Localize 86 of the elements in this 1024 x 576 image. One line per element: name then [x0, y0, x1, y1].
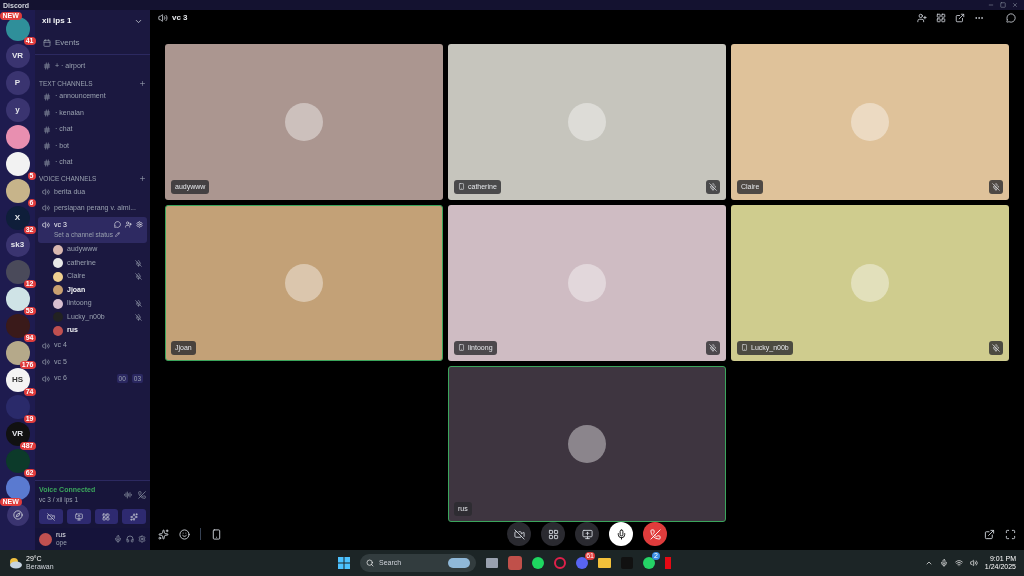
activity-button[interactable]: [541, 522, 565, 546]
server-icon[interactable]: [5, 125, 30, 149]
hash-icon: [43, 125, 51, 134]
hang-up-icon: [649, 528, 661, 540]
events-link[interactable]: Events: [55, 37, 80, 49]
hash-icon: [43, 158, 51, 167]
voice-action-button[interactable]: [94, 509, 119, 524]
calendar-icon: [43, 39, 51, 47]
server-name[interactable]: xii ips 1: [42, 15, 72, 27]
avatar: [568, 264, 606, 302]
hash-icon: [43, 109, 51, 117]
hash-icon: [43, 62, 51, 71]
microphone-button[interactable]: [609, 522, 633, 546]
speaker-icon: [42, 358, 50, 366]
voice-action-button[interactable]: [122, 509, 146, 524]
maximize-icon[interactable]: [1000, 2, 1006, 8]
speaker-icon: [42, 187, 50, 196]
server-icon[interactable]: VR: [5, 44, 30, 68]
emoji-icon[interactable]: [179, 528, 190, 540]
hash-icon: [43, 142, 51, 150]
server-icon[interactable]: y: [5, 98, 30, 122]
layout-icon[interactable]: [936, 12, 946, 23]
pencil-icon[interactable]: [114, 232, 120, 238]
activity-icon: [102, 512, 111, 521]
server-icon[interactable]: [5, 179, 30, 203]
channel-title: vc 3: [172, 11, 189, 24]
microphone-icon[interactable]: [939, 559, 948, 567]
speaker-icon: [42, 374, 50, 383]
chevron-up-icon[interactable]: [924, 559, 933, 567]
phone-icon[interactable]: [211, 528, 222, 540]
avatar: [568, 425, 606, 463]
camera-off-icon: [513, 528, 525, 540]
avatar: [851, 103, 889, 141]
popout-icon[interactable]: [955, 12, 965, 23]
microphone-icon[interactable]: [114, 535, 122, 543]
leave-call-button[interactable]: [643, 522, 667, 546]
app-icon[interactable]: [643, 557, 655, 569]
speaker-icon: [42, 204, 50, 213]
phone-icon: [458, 344, 465, 352]
chat-icon[interactable]: [1006, 12, 1016, 23]
plus-icon[interactable]: [139, 175, 146, 183]
phone-icon: [741, 344, 748, 352]
soundboard-icon[interactable]: [158, 528, 169, 540]
screen-share-icon: [74, 512, 83, 521]
wifi-icon[interactable]: [954, 559, 963, 567]
speaker-icon: [42, 220, 50, 229]
avatar[interactable]: [39, 532, 52, 546]
voice-action-button[interactable]: [39, 509, 63, 524]
hash-icon: [43, 92, 51, 101]
screen-share-button[interactable]: [575, 522, 599, 546]
invite-icon[interactable]: [917, 12, 927, 23]
avatar: [851, 264, 889, 302]
start-icon[interactable]: [338, 557, 350, 569]
avatar: [568, 103, 606, 141]
app-icon[interactable]: [554, 557, 566, 569]
discover-button[interactable]: [6, 504, 29, 526]
avatar: [285, 103, 323, 141]
invite-icon[interactable]: [125, 221, 132, 229]
server-icon[interactable]: P: [5, 71, 30, 95]
plus-icon[interactable]: [139, 79, 146, 87]
camera-off-icon: [46, 512, 55, 521]
settings-icon[interactable]: [138, 535, 146, 543]
server-icon[interactable]: [5, 152, 30, 176]
close-icon[interactable]: [1012, 2, 1018, 8]
compass-icon: [12, 510, 23, 520]
disconnect-icon[interactable]: [138, 490, 146, 499]
popout-icon[interactable]: [984, 528, 995, 540]
voice-action-button[interactable]: [66, 509, 91, 524]
search-icon: [366, 559, 374, 567]
weather-icon[interactable]: [8, 557, 22, 569]
avatar: [285, 264, 323, 302]
speaker-icon: [158, 12, 168, 23]
phone-icon: [458, 183, 465, 191]
server-icon[interactable]: sk3: [5, 233, 30, 257]
camera-button[interactable]: [507, 522, 531, 546]
headphones-icon[interactable]: [126, 535, 134, 543]
screen-share-icon: [581, 528, 593, 540]
sparkles-icon: [130, 512, 139, 521]
microphone-icon: [615, 528, 627, 540]
waveform-icon[interactable]: [124, 490, 132, 499]
grid-icon: [547, 528, 559, 540]
speaker-icon: [42, 341, 50, 350]
volume-icon[interactable]: [969, 559, 978, 567]
fullscreen-icon[interactable]: [1005, 528, 1016, 540]
app-icon[interactable]: [532, 557, 544, 569]
app-icon[interactable]: [576, 557, 588, 569]
